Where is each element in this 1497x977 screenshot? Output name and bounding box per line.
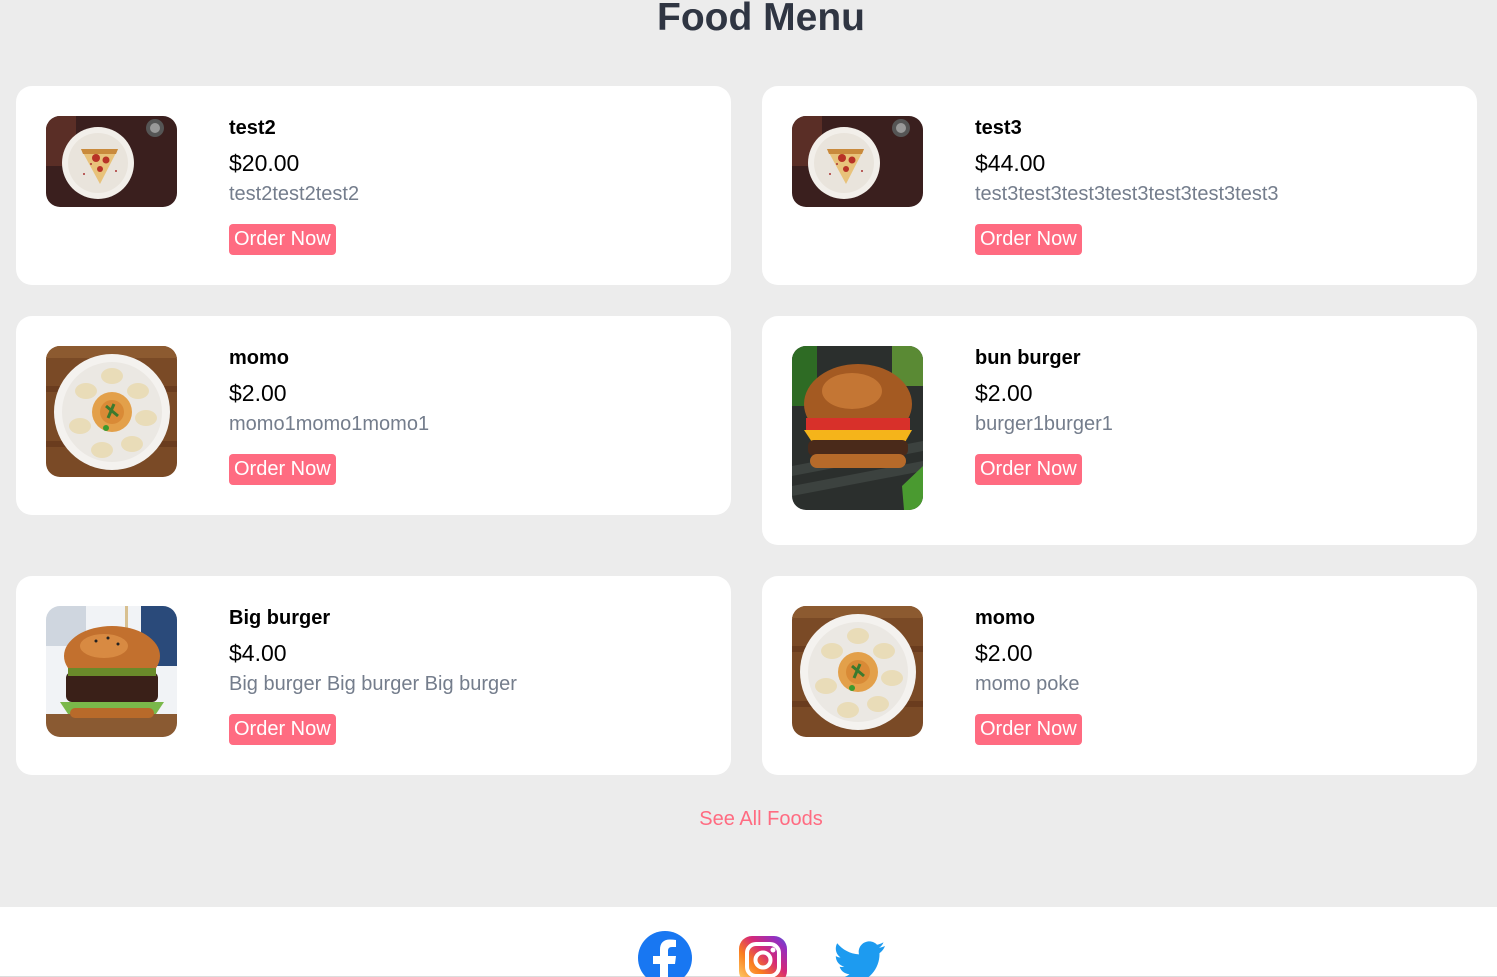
- food-price: $2.00: [975, 640, 1033, 666]
- food-description: Big burger Big burger Big burger: [229, 673, 517, 695]
- food-card: bun burger $2.00 burger1burger1 Order No…: [762, 316, 1477, 545]
- order-now-button[interactable]: Order Now: [229, 714, 336, 745]
- food-card: momo $2.00 momo poke Order Now: [762, 576, 1477, 775]
- food-card: test3 $44.00 test3test3test3test3test3te…: [762, 86, 1477, 285]
- food-card: test2 $20.00 test2test2test2 Order Now: [16, 86, 731, 285]
- food-name: bun burger: [975, 347, 1081, 369]
- food-price: $2.00: [229, 380, 287, 406]
- food-card: momo $2.00 momo1momo1momo1 Order Now: [16, 316, 731, 515]
- order-now-button[interactable]: Order Now: [975, 454, 1082, 485]
- food-price: $2.00: [975, 380, 1033, 406]
- food-name: momo: [975, 607, 1035, 629]
- food-card: Big burger $4.00 Big burger Big burger B…: [16, 576, 731, 775]
- food-name: test2: [229, 117, 276, 139]
- food-description: test3test3test3test3test3test3test3: [975, 183, 1279, 205]
- order-now-button[interactable]: Order Now: [975, 224, 1082, 255]
- page-title: Food Menu: [657, 0, 865, 39]
- momo-image: [792, 606, 923, 737]
- twitter-icon[interactable]: [833, 935, 887, 977]
- food-name: momo: [229, 347, 289, 369]
- see-all-foods-link[interactable]: See All Foods: [0, 808, 1497, 831]
- momo-image: [46, 346, 177, 477]
- footer: [0, 907, 1497, 977]
- pizza-image: [792, 116, 923, 207]
- food-description: momo1momo1momo1: [229, 413, 430, 435]
- pizza-image: [46, 116, 177, 207]
- order-now-button[interactable]: Order Now: [229, 224, 336, 255]
- food-description: momo poke: [975, 673, 1080, 695]
- food-description: test2test2test2: [229, 183, 360, 205]
- burger-image: [792, 346, 923, 510]
- food-name: Big burger: [229, 607, 331, 629]
- facebook-icon[interactable]: [638, 931, 692, 977]
- food-price: $4.00: [229, 640, 287, 666]
- food-price: $20.00: [229, 150, 300, 176]
- food-price: $44.00: [975, 150, 1046, 176]
- food-name: test3: [975, 117, 1022, 139]
- order-now-button[interactable]: Order Now: [229, 454, 336, 485]
- instagram-icon[interactable]: [738, 935, 788, 977]
- food-description: burger1burger1: [975, 413, 1113, 435]
- order-now-button[interactable]: Order Now: [975, 714, 1082, 745]
- big-burger-image: [46, 606, 177, 737]
